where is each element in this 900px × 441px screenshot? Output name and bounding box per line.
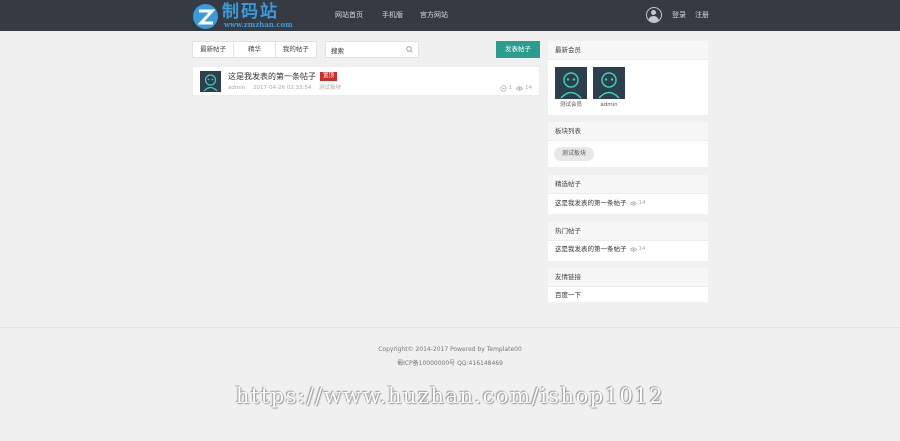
member-name[interactable]: 测试会员 [555,102,587,109]
tab-my-posts[interactable]: 我的帖子 [276,42,316,57]
member-card[interactable]: 测试会员 [555,67,587,109]
hot-posts-title: 热门帖子 [548,222,708,241]
login-link[interactable]: 登录 [672,11,686,20]
featured-post-link[interactable]: 这是我发表的第一条帖子 [555,199,627,208]
post-filter-tabs: 最新帖子 精华 我的帖子 [192,41,317,58]
site-logo[interactable]: 制码站 www.zmzhan.com [192,2,307,30]
pinned-badge: 置顶 [320,72,338,81]
new-post-button[interactable]: 发表帖子 [496,41,540,58]
search-icon[interactable] [406,46,413,53]
avatar-robot-icon[interactable] [555,67,587,99]
top-navbar: 制码站 www.zmzhan.com 网站首页 手机版 官方网站 登录 注册 [0,0,900,31]
avatar-robot-icon[interactable] [593,67,625,99]
eye-icon [629,247,637,252]
nav-mobile-link[interactable]: 手机版 [382,11,403,20]
hot-posts-panel: 热门帖子 这是我发表的第一条帖子 14 [548,222,708,261]
comment-icon [499,84,507,92]
tab-latest-posts[interactable]: 最新帖子 [193,42,235,57]
featured-posts-panel: 精选帖子 这是我发表的第一条帖子 14 [548,175,708,214]
post-meta: admin 2017-04-26 02:33:54 测试板块 [228,85,347,92]
featured-posts-title: 精选帖子 [548,175,708,194]
eye-icon [516,85,523,91]
comment-count: 1 [499,84,512,92]
logo-url: www.zmzhan.com [224,20,293,29]
board-chip[interactable]: 测试板块 [554,147,595,161]
member-name[interactable]: admin [593,102,625,109]
search-input[interactable] [326,42,406,57]
user-avatar-icon[interactable] [646,7,662,23]
icp-text: 蜀ICP备10000000号 QQ:416148469 [397,360,503,367]
nav-official-link[interactable]: 官方网站 [420,11,448,20]
nav-home-link[interactable]: 网站首页 [335,11,363,20]
register-link[interactable]: 注册 [695,11,709,20]
hot-post-item[interactable]: 这是我发表的第一条帖子 14 [555,245,646,254]
post-board[interactable]: 测试板块 [319,85,341,91]
latest-members-title: 最新会员 [548,41,708,60]
post-stats: 1 14 [499,84,532,92]
search-box [325,41,419,58]
eye-icon [629,201,637,206]
hot-post-link[interactable]: 这是我发表的第一条帖子 [555,245,627,254]
avatar-robot-icon[interactable] [200,71,221,92]
view-count: 14 [629,199,646,208]
latest-members-panel: 最新会员 测试会员 admin [548,41,708,115]
featured-post-item[interactable]: 这是我发表的第一条帖子 14 [555,199,646,208]
post-author[interactable]: admin [228,85,245,91]
watermark-text: https://www.huzhan.com/ishop1012 [235,384,665,408]
logo-mark-icon [193,4,218,29]
view-count: 14 [629,245,646,254]
post-list-item[interactable]: 这是我发表的第一条帖子 置顶 admin 2017-04-26 02:33:54… [192,66,540,96]
friend-links-panel: 友情链接 百度一下 [548,268,708,302]
board-list-title: 板块列表 [548,122,708,141]
copyright-text: Copyright© 2014-2017 Powered by Template… [378,346,522,353]
post-time: 2017-04-26 02:33:54 [252,85,312,91]
friend-link-item[interactable]: 百度一下 [555,291,581,300]
friend-links-title: 友情链接 [548,268,708,287]
board-list-panel: 板块列表 测试板块 [548,122,708,167]
member-card[interactable]: admin [593,67,625,109]
post-title-link[interactable]: 这是我发表的第一条帖子 [228,72,316,82]
friend-link[interactable]: 百度一下 [555,291,581,300]
tab-featured[interactable]: 精华 [234,42,276,57]
logo-text: 制码站 [222,2,279,22]
view-count: 14 [516,84,532,92]
